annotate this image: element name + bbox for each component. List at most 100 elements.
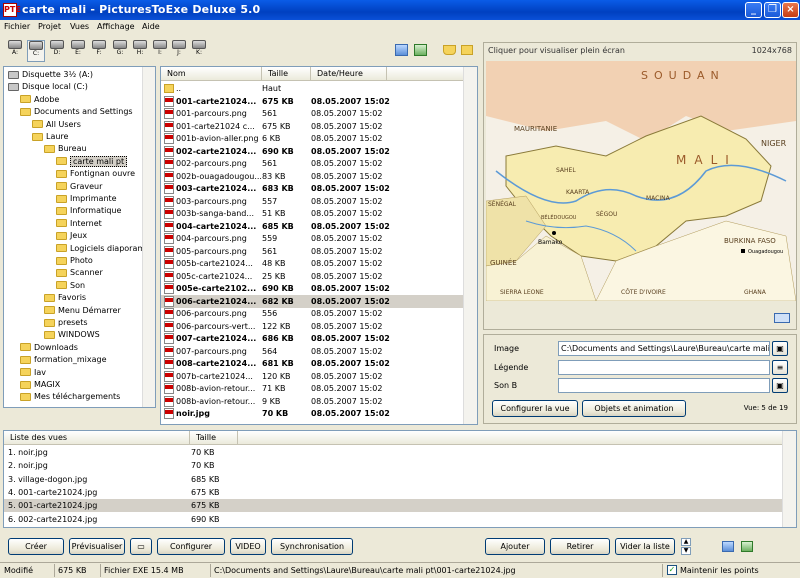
image-path-field[interactable]: C:\Documents and Settings\Laure\Bureau\c…	[558, 341, 770, 356]
map-preview-image[interactable]: SOUDAN MAURITANIE MALI NIGER SÉNÉGAL BUR…	[486, 61, 796, 301]
minimize-button[interactable]: _	[745, 2, 762, 18]
remove-button[interactable]: Retirer	[550, 538, 610, 555]
sync-button[interactable]: Synchronisation	[271, 538, 353, 555]
slide-row[interactable]: 3. village-dogon.jpg 685 KB	[4, 473, 782, 486]
file-row[interactable]: 003b-sanga-band... 51 KB 08.05.2007 15:02	[161, 207, 463, 220]
column-header-date[interactable]: Date/Heure	[311, 67, 387, 81]
file-row[interactable]: 001-parcours.png 561 08.05.2007 15:02	[161, 107, 463, 120]
file-row[interactable]: 007-parcours.png 564 08.05.2007 15:02	[161, 345, 463, 358]
drive-f-button[interactable]: F:	[90, 40, 108, 62]
menu-vues[interactable]: Vues	[70, 22, 89, 31]
file-row[interactable]: 005b-carte21024... 48 KB 08.05.2007 15:02	[161, 257, 463, 270]
menu-aide[interactable]: Aide	[142, 22, 160, 31]
slides-list[interactable]: Liste des vues Taille 1. noir.jpg 70 KB 2.…	[3, 430, 797, 528]
tree-item[interactable]: Jeux	[56, 230, 87, 242]
edit-legend-button[interactable]: ≡	[772, 360, 788, 375]
tree-item[interactable]: Iav	[20, 367, 46, 379]
edit-slide-icon[interactable]	[741, 541, 753, 552]
tree-item[interactable]: presets	[44, 317, 88, 329]
drive-e-button[interactable]: E:	[69, 40, 87, 62]
column-header-size[interactable]: Taille	[262, 67, 311, 81]
file-row[interactable]: 001-carte21024... 675 KB 08.05.2007 15:02	[161, 95, 463, 108]
move-down-icon[interactable]: ▼	[681, 547, 691, 555]
objects-animation-button[interactable]: Objets et animation	[582, 400, 686, 417]
tree-item[interactable]: Internet	[56, 218, 102, 230]
slide-row[interactable]: 2. noir.jpg 70 KB	[4, 459, 782, 472]
file-row[interactable]: 001b-avion-aller.png 6 KB 08.05.2007 15:02	[161, 132, 463, 145]
menu-affichage[interactable]: Affichage	[97, 22, 135, 31]
file-row[interactable]: 005e-carte2102... 690 KB 08.05.2007 15:02	[161, 282, 463, 295]
tree-item[interactable]: Graveur	[56, 181, 102, 193]
tree-item[interactable]: Menu Démarrer	[44, 305, 121, 317]
slide-row[interactable]: 1. noir.jpg 70 KB	[4, 446, 782, 459]
legend-field[interactable]	[558, 360, 770, 375]
tree-item[interactable]: Downloads	[20, 342, 78, 354]
tree-item[interactable]: Scanner	[56, 267, 103, 279]
tree-item[interactable]: Mes téléchargements	[20, 391, 120, 403]
drive-d-button[interactable]: D:	[48, 40, 66, 62]
file-row[interactable]: 008-carte21024... 681 KB 08.05.2007 15:02	[161, 357, 463, 370]
move-up-icon[interactable]: ▲	[681, 538, 691, 546]
tree-item[interactable]: Fontignan ouvre	[56, 168, 135, 180]
file-row[interactable]: 008b-avion-retour... 9 KB 08.05.2007 15:02	[161, 395, 463, 408]
slides-scrollbar[interactable]	[782, 431, 796, 527]
file-row[interactable]: 002-parcours.png 561 08.05.2007 15:02	[161, 157, 463, 170]
drive-a-button[interactable]: A:	[6, 40, 24, 62]
menu-projet[interactable]: Projet	[38, 22, 61, 31]
tree-item[interactable]: formation_mixage	[20, 354, 107, 366]
drive-h-button[interactable]: H:	[131, 40, 149, 62]
maximize-button[interactable]: ❐	[764, 2, 781, 18]
add-button[interactable]: Ajouter	[485, 538, 545, 555]
sound-field[interactable]	[558, 378, 770, 393]
drive-k-button[interactable]: K:	[190, 40, 208, 62]
copy-view-icon[interactable]	[395, 44, 408, 56]
tree-item[interactable]: MAGIX	[20, 379, 60, 391]
file-row[interactable]: 002-carte21024... 690 KB 08.05.2007 15:02	[161, 145, 463, 158]
file-row[interactable]: 007-carte21024... 686 KB 08.05.2007 15:02	[161, 332, 463, 345]
file-row[interactable]: 006-parcours-vert... 122 KB 08.05.2007 15:…	[161, 320, 463, 333]
menu-fichier[interactable]: Fichier	[4, 22, 30, 31]
tree-item[interactable]: Imprimante	[56, 193, 117, 205]
browse-image-button[interactable]: ▣	[772, 341, 788, 356]
tree-item[interactable]: Disquette 3½ (A:)	[8, 69, 93, 81]
tree-item[interactable]: All Users	[32, 119, 81, 131]
browse-sound-button[interactable]: ▣	[772, 378, 788, 393]
create-button[interactable]: Créer	[8, 538, 64, 555]
column-header-name[interactable]: Nom	[161, 67, 262, 81]
drive-g-button[interactable]: G:	[111, 40, 129, 62]
tree-item[interactable]: Adobe	[20, 94, 59, 106]
video-button[interactable]: VIDEO	[230, 538, 266, 555]
file-row[interactable]: .. Haut	[161, 82, 463, 95]
keep-points-checkbox[interactable]: ✓	[667, 565, 677, 575]
configure-button[interactable]: Configurer	[157, 538, 225, 555]
open-folder-icon[interactable]	[443, 45, 456, 55]
configure-view-button[interactable]: Configurer la vue	[492, 400, 578, 417]
edit-view-icon[interactable]	[414, 44, 427, 56]
file-row[interactable]: 006-carte21024... 682 KB 08.05.2007 15:02	[161, 294, 463, 308]
fullscreen-icon[interactable]	[774, 313, 790, 323]
image-preview-panel[interactable]: Cliquer pour visualiser plein écran 1024…	[483, 42, 797, 330]
close-button[interactable]: ×	[782, 2, 799, 18]
folder-tree[interactable]: Disquette 3½ (A:) Disque local (C:) Adobe D…	[3, 66, 156, 408]
tree-item[interactable]: carte mali pt	[56, 155, 128, 168]
column-header-view-size[interactable]: Taille	[190, 431, 238, 445]
file-row[interactable]: 002b-ouagadougou... 83 KB 08.05.2007 15:02	[161, 170, 463, 183]
file-row[interactable]: noir.jpg 70 KB 08.05.2007 15:02	[161, 407, 463, 420]
file-row[interactable]: 003-carte21024... 683 KB 08.05.2007 15:02	[161, 182, 463, 195]
slide-row[interactable]: 4. 001-carte21024.jpg 675 KB	[4, 486, 782, 499]
new-folder-icon[interactable]	[461, 45, 473, 55]
clear-list-button[interactable]: Vider la liste	[615, 538, 675, 555]
preview-button[interactable]: Prévisualiser	[69, 538, 125, 555]
slide-row[interactable]: 6. 002-carte21024.jpg 690 KB	[4, 513, 782, 526]
drive-c-button[interactable]: C:	[27, 40, 45, 62]
tree-item[interactable]: Informatique	[56, 205, 121, 217]
copy-slide-icon[interactable]	[722, 541, 734, 552]
tree-item[interactable]: Logiciels diaporam	[56, 243, 145, 255]
tree-item[interactable]: Disque local (C:)	[8, 81, 88, 93]
file-scrollbar[interactable]	[463, 67, 477, 424]
tree-item[interactable]: Laure	[32, 131, 68, 143]
tree-scrollbar[interactable]	[142, 67, 155, 407]
file-row[interactable]: 001-carte21024 c... 675 KB 08.05.2007 15:0…	[161, 120, 463, 133]
file-row[interactable]: 004-parcours.png 559 08.05.2007 15:02	[161, 232, 463, 245]
screen-button[interactable]: ▭	[130, 538, 152, 555]
